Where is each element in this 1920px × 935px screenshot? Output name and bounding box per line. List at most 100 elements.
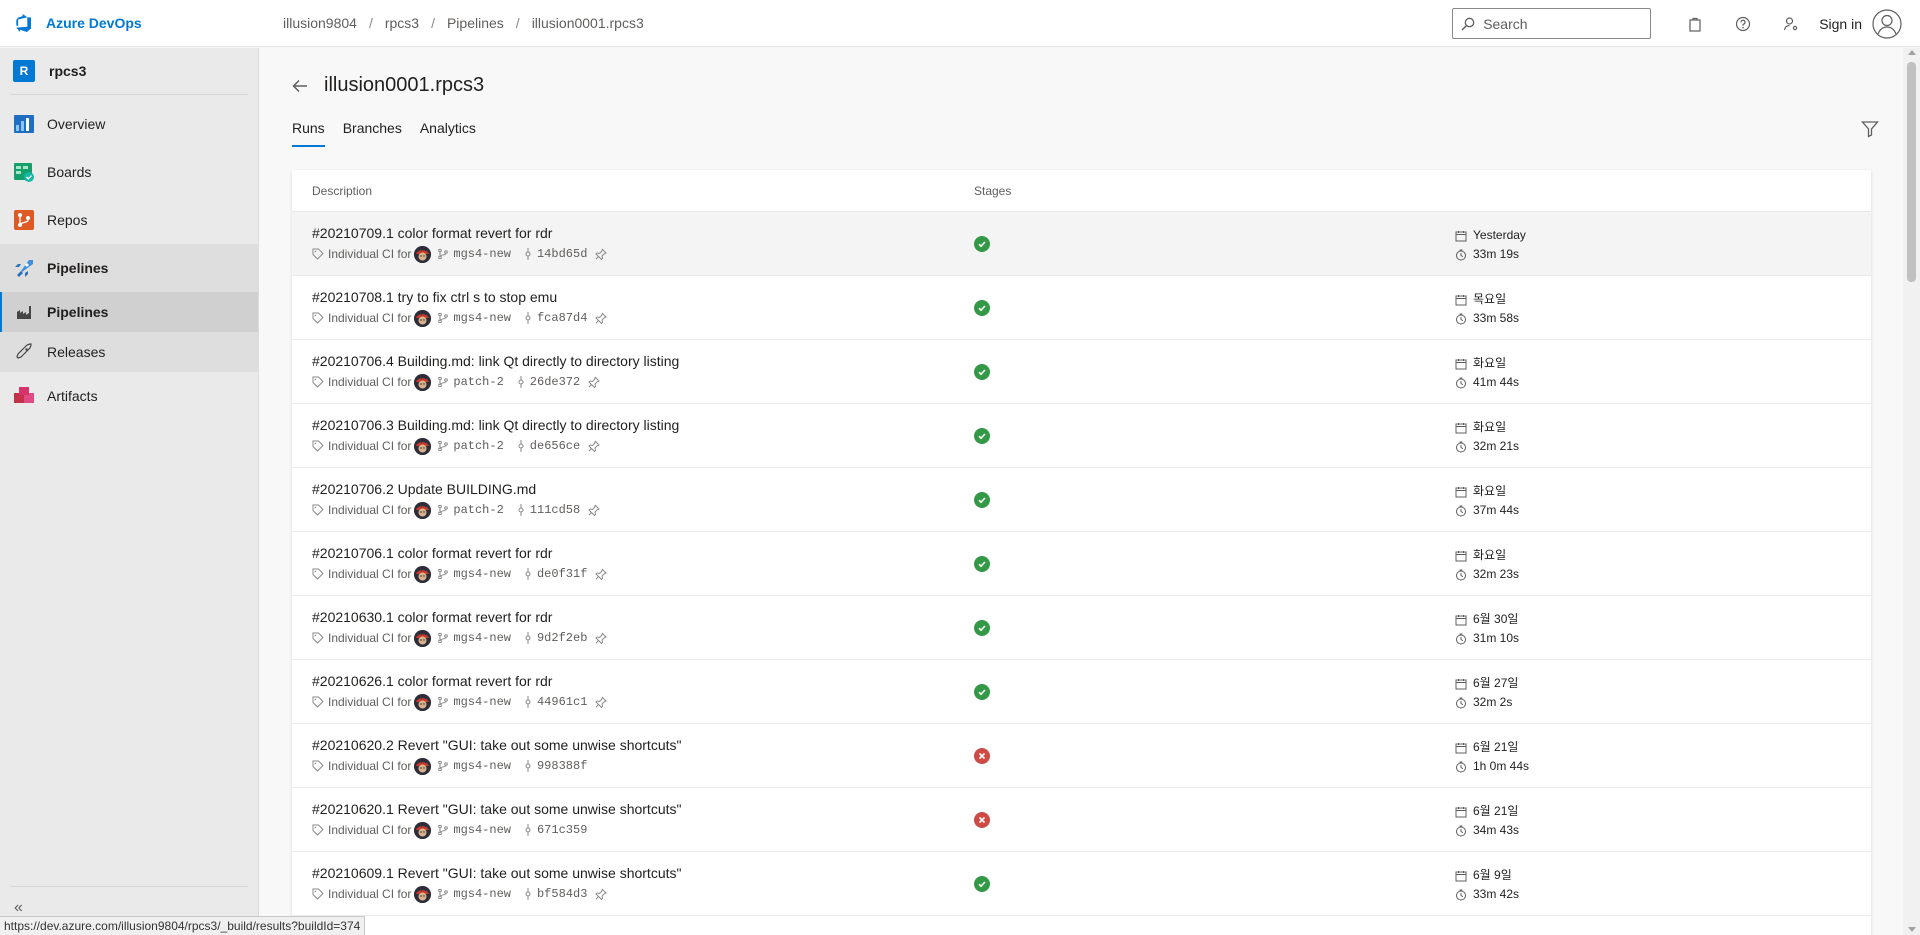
tab-analytics[interactable]: Analytics [420,120,476,147]
azure-devops-home-link[interactable]: Azure DevOps [0,0,259,46]
run-branch[interactable]: mgs4-new [453,311,511,325]
table-row[interactable]: #20210706.4 Building.md: link Qt directl… [292,340,1871,404]
run-duration: 41m 44s [1473,375,1520,389]
run-stage[interactable] [974,619,1004,636]
run-stage[interactable] [974,555,1004,572]
sidebar-item-overview[interactable]: Overview [0,100,258,148]
run-branch[interactable]: mgs4-new [453,823,511,837]
sidebar-item-artifacts[interactable]: Artifacts [0,372,258,420]
run-commit[interactable]: 9d2f2eb [537,631,587,645]
collapse-sidebar-button[interactable]: « [14,899,23,917]
sidebar-item-label: Repos [47,212,88,228]
breadcrumb-pipeline[interactable]: illusion0001.rpcs3 [520,15,656,31]
sidebar-item-repos[interactable]: Repos [0,196,258,244]
run-commit[interactable]: bf584d3 [537,887,587,901]
run-stage[interactable] [974,491,1004,508]
run-branch[interactable]: mgs4-new [453,567,511,581]
run-commit[interactable]: 671c359 [537,823,587,837]
run-title[interactable]: #20210620.2 Revert "GUI: take out some u… [312,737,974,753]
branch-icon [438,248,449,260]
run-description: #20210626.1 color format revert for rdr I… [292,673,974,711]
table-row[interactable]: #20210626.1 color format revert for rdr I… [292,660,1871,724]
user-settings-button[interactable] [1767,0,1815,47]
table-row[interactable]: #20210630.1 color format revert for rdr I… [292,596,1871,660]
run-branch[interactable]: patch-2 [453,375,503,389]
table-row[interactable]: #20210620.1 Revert "GUI: take out some u… [292,788,1871,852]
run-title[interactable]: #20210706.4 Building.md: link Qt directl… [312,353,974,369]
run-title[interactable]: #20210626.1 color format revert for rdr [312,673,974,689]
breadcrumb-pipelines[interactable]: Pipelines [435,15,516,31]
run-title[interactable]: #20210630.1 color format revert for rdr [312,609,974,625]
run-stage[interactable] [974,363,1004,380]
scroll-up-icon[interactable] [1908,50,1916,55]
breadcrumb-org[interactable]: illusion9804 [271,15,369,31]
sign-in-label: Sign in [1819,15,1862,32]
commit-icon [525,568,531,580]
run-title[interactable]: #20210706.2 Update BUILDING.md [312,481,974,497]
run-commit[interactable]: 111cd58 [530,503,580,517]
run-branch[interactable]: mgs4-new [453,695,511,709]
run-commit[interactable]: de0f31f [537,567,587,581]
run-branch[interactable]: patch-2 [453,503,503,517]
run-branch[interactable]: patch-2 [453,439,503,453]
sidebar-subitem-releases[interactable]: Releases [0,332,258,372]
filter-icon[interactable] [1861,120,1879,138]
top-bar: Azure DevOps illusion9804 / rpcs3 / Pipe… [0,0,1920,47]
scroll-down-icon[interactable] [1908,927,1916,932]
help-button[interactable] [1719,0,1767,47]
tag-icon [312,568,324,580]
run-branch[interactable]: mgs4-new [453,631,511,645]
user-avatar-icon [1872,8,1902,39]
table-row[interactable]: #20210708.1 try to fix ctrl s to stop em… [292,276,1871,340]
sign-in-button[interactable]: Sign in [1819,8,1902,39]
run-commit[interactable]: 14bd65d [537,247,587,261]
run-title[interactable]: #20210708.1 try to fix ctrl s to stop em… [312,289,974,305]
run-branch[interactable]: mgs4-new [453,887,511,901]
breadcrumb-project[interactable]: rpcs3 [373,15,431,31]
run-stage[interactable] [974,299,1004,316]
run-commit[interactable]: fca87d4 [537,311,587,325]
scrollbar-thumb[interactable] [1907,62,1916,282]
run-title[interactable]: #20210620.1 Revert "GUI: take out some u… [312,801,974,817]
table-row[interactable]: #20210620.2 Revert "GUI: take out some u… [292,724,1871,788]
marketplace-button[interactable] [1671,0,1719,47]
page-scrollbar[interactable] [1903,48,1920,935]
run-title[interactable]: #20210709.1 color format revert for rdr [312,225,974,241]
run-stage[interactable] [974,875,1004,892]
run-duration: 31m 10s [1473,631,1520,645]
run-trigger: Individual CI for [328,823,412,837]
run-trigger: Individual CI for [328,631,412,645]
sidebar-item-pipelines[interactable]: Pipelines [0,244,258,292]
run-stage[interactable] [974,235,1004,252]
sidebar-subitem-pipelines[interactable]: Pipelines [0,292,258,332]
search-box[interactable] [1452,8,1652,39]
run-stage[interactable] [974,427,1004,444]
table-row[interactable]: #20210706.1 color format revert for rdr I… [292,532,1871,596]
sidebar-item-boards[interactable]: Boards [0,148,258,196]
run-commit[interactable]: 26de372 [530,375,580,389]
tab-branches[interactable]: Branches [343,120,402,147]
run-title[interactable]: #20210609.1 Revert "GUI: take out some u… [312,865,974,881]
tab-runs[interactable]: Runs [292,120,325,147]
run-duration: 1h 0m 44s [1473,759,1530,773]
run-branch[interactable]: mgs4-new [453,759,511,773]
run-stage[interactable] [974,811,1004,828]
back-arrow-icon[interactable] [290,76,310,96]
run-commit[interactable]: 44961c1 [537,695,587,709]
run-duration: 32m 23s [1473,567,1520,581]
run-title[interactable]: #20210706.1 color format revert for rdr [312,545,974,561]
project-selector[interactable]: R rpcs3 [0,48,258,94]
table-row[interactable]: #20210706.3 Building.md: link Qt directl… [292,404,1871,468]
run-stage[interactable] [974,747,1004,764]
run-commit[interactable]: 998388f [537,759,587,773]
table-row[interactable]: #20210609.1 Revert "GUI: take out some u… [292,852,1871,916]
table-row[interactable]: #20210706.2 Update BUILDING.md Individual… [292,468,1871,532]
run-title[interactable]: #20210706.3 Building.md: link Qt directl… [312,417,974,433]
branch-icon [438,632,449,644]
run-branch[interactable]: mgs4-new [453,247,511,261]
search-input[interactable] [1483,15,1644,32]
run-stage[interactable] [974,683,1004,700]
run-commit[interactable]: de656ce [530,439,580,453]
table-row[interactable]: #20210709.1 color format revert for rdr I… [292,212,1871,276]
tag-icon [312,312,324,324]
